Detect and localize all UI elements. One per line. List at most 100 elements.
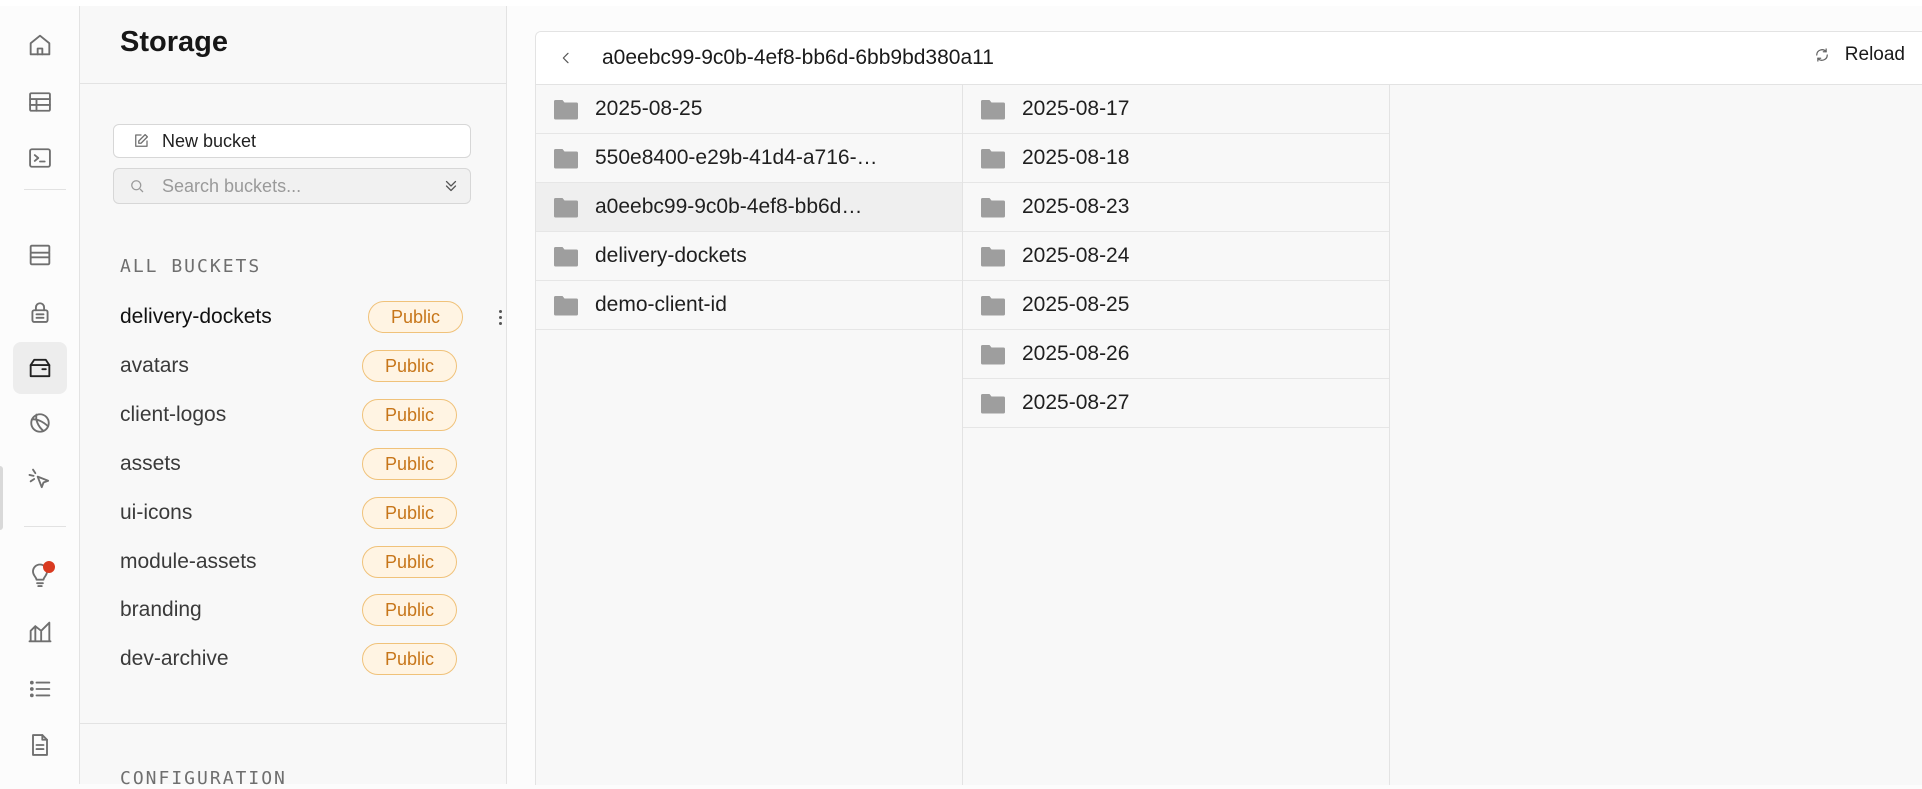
bucket-name: branding: [120, 598, 202, 621]
folder-name: 2025-08-17: [1022, 97, 1130, 120]
bucket-item[interactable]: client-logos Public: [120, 395, 480, 435]
folder-name: 2025-08-24: [1022, 244, 1130, 267]
file-explorer: a0eebc99-9c0b-4ef8-bb6d-6bb9bd380a11 Rel…: [535, 31, 1922, 785]
bucket-name: dev-archive: [120, 647, 229, 670]
folder-icon: [554, 100, 578, 120]
back-button[interactable]: [554, 46, 578, 70]
folder-row[interactable]: 2025-08-27: [963, 379, 1389, 428]
bucket-item[interactable]: dev-archive Public: [120, 639, 480, 679]
reload-button[interactable]: Reload: [1813, 44, 1905, 66]
bucket-item[interactable]: module-assets Public: [120, 542, 480, 582]
folder-name: 550e8400-e29b-41d4-a716-…: [595, 146, 878, 169]
bucket-name: delivery-dockets: [120, 305, 272, 328]
folder-row[interactable]: demo-client-id: [536, 281, 962, 330]
folder-row[interactable]: 2025-08-26: [963, 330, 1389, 379]
bucket-name: client-logos: [120, 403, 227, 426]
reports-icon[interactable]: [13, 606, 67, 658]
api-docs-icon[interactable]: [13, 719, 67, 771]
folder-row[interactable]: 2025-08-23: [963, 183, 1389, 232]
explorer-header: a0eebc99-9c0b-4ef8-bb6d-6bb9bd380a11 Rel…: [536, 32, 1922, 85]
folder-row[interactable]: 550e8400-e29b-41d4-a716-…: [536, 134, 962, 183]
folder-name: a0eebc99-9c0b-4ef8-bb6d…: [595, 195, 863, 218]
new-bucket-label: New bucket: [162, 130, 257, 151]
public-badge: Public: [362, 350, 458, 382]
folder-row-selected[interactable]: a0eebc99-9c0b-4ef8-bb6d…: [536, 183, 962, 232]
bucket-item[interactable]: branding Public: [120, 590, 480, 630]
refresh-icon: [1815, 48, 1828, 62]
public-badge: Public: [362, 497, 458, 529]
chevrons-down-icon[interactable]: [442, 177, 460, 195]
folder-name: 2025-08-26: [1022, 342, 1130, 365]
reload-label: Reload: [1844, 44, 1905, 65]
all-buckets-heading: ALL BUCKETS: [120, 256, 262, 277]
folder-icon: [554, 198, 578, 218]
current-path: a0eebc99-9c0b-4ef8-bb6d-6bb9bd380a11: [602, 46, 994, 69]
folder-icon: [981, 345, 1005, 365]
bucket-name: ui-icons: [120, 501, 193, 524]
storage-icon[interactable]: [13, 342, 67, 394]
folder-column: 2025-08-25 550e8400-e29b-41d4-a716-… a0e…: [536, 85, 963, 785]
search-icon: [131, 180, 144, 193]
folder-name: 2025-08-18: [1022, 146, 1130, 169]
configuration-heading: CONFIGURATION: [120, 768, 287, 789]
file-explorer-area: a0eebc99-9c0b-4ef8-bb6d-6bb9bd380a11 Rel…: [507, 6, 1922, 785]
folder-row[interactable]: 2025-08-17: [963, 85, 1389, 134]
folder-name: 2025-08-27: [1022, 391, 1130, 414]
folder-icon: [554, 149, 578, 169]
public-badge: Public: [362, 448, 458, 480]
icon-rail: [0, 6, 80, 784]
notification-dot: [43, 561, 55, 573]
realtime-icon[interactable]: [13, 397, 67, 449]
folder-name: 2025-08-25: [1022, 293, 1130, 316]
folder-row[interactable]: 2025-08-25: [963, 281, 1389, 330]
bucket-name: module-assets: [120, 550, 257, 573]
public-badge: Public: [362, 546, 458, 578]
search-buckets[interactable]: [113, 168, 471, 204]
bucket-item[interactable]: ui-icons Public: [120, 493, 480, 533]
storage-sidebar: Storage New bucket ALL BUCKETS delivery-…: [80, 6, 507, 789]
folder-row[interactable]: 2025-08-25: [536, 85, 962, 134]
folder-row[interactable]: 2025-08-24: [963, 232, 1389, 281]
chevron-left-icon: [562, 52, 569, 64]
edge-functions-icon[interactable]: [13, 453, 67, 505]
folder-icon: [981, 247, 1005, 267]
public-badge: Public: [362, 399, 458, 431]
folder-name: 2025-08-25: [595, 97, 703, 120]
sql-editor-icon[interactable]: [13, 132, 67, 184]
folder-icon: [981, 198, 1005, 218]
folder-icon: [981, 100, 1005, 120]
table-editor-icon[interactable]: [13, 76, 67, 128]
logs-list-icon[interactable]: [13, 663, 67, 715]
folder-row[interactable]: delivery-dockets: [536, 232, 962, 281]
home-icon[interactable]: [13, 19, 67, 71]
panel-title: Storage: [120, 26, 228, 58]
empty-column: [1390, 85, 1922, 785]
folder-icon: [981, 149, 1005, 169]
folder-name: delivery-dockets: [595, 244, 747, 267]
bucket-item[interactable]: assets Public: [120, 444, 480, 484]
folder-name: 2025-08-23: [1022, 195, 1130, 218]
search-input[interactable]: [160, 174, 434, 198]
bucket-name: assets: [120, 452, 181, 475]
folder-icon: [981, 296, 1005, 316]
folder-icon: [554, 247, 578, 267]
folder-icon: [981, 394, 1005, 414]
folder-column: 2025-08-17 2025-08-18 2025-08-23 2025-08…: [963, 85, 1390, 785]
divider: [80, 723, 506, 724]
new-bucket-button[interactable]: New bucket: [113, 124, 471, 158]
divider: [80, 83, 506, 84]
bucket-name: avatars: [120, 354, 189, 377]
folder-row[interactable]: 2025-08-18: [963, 134, 1389, 183]
bucket-item[interactable]: avatars Public: [120, 346, 480, 386]
database-icon[interactable]: [13, 229, 67, 281]
bucket-item[interactable]: delivery-dockets Public: [120, 297, 502, 337]
auth-lock-icon[interactable]: [13, 286, 67, 338]
folder-name: demo-client-id: [595, 293, 727, 316]
folder-icon: [554, 296, 578, 316]
rail-divider: [24, 526, 66, 527]
advisors-bulb-icon[interactable]: [13, 549, 67, 601]
public-badge: Public: [368, 301, 464, 333]
rail-scroll-handle: [0, 466, 3, 530]
rail-divider: [24, 189, 66, 190]
public-badge: Public: [362, 643, 458, 675]
